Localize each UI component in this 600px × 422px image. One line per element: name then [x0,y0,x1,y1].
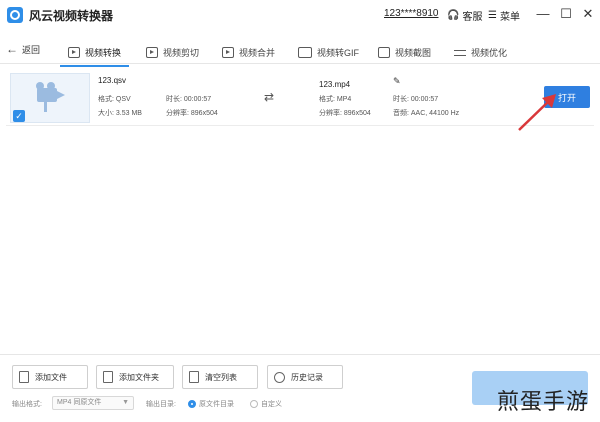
tab-video-screenshot[interactable]: 视频截图 [378,40,431,64]
output-format-label: 输出格式: [12,401,42,408]
radio-custom-dir-label: 自定义 [261,401,282,408]
add-folder-button[interactable]: 添加文件夹 [96,365,174,389]
tab-label: 视频转换 [85,47,122,58]
source-format: 格式: QSV [98,96,131,103]
source-resolution: 分辨率: 896x504 [166,110,218,117]
clear-list-button[interactable]: 清空列表 [182,365,258,389]
merge-icon [222,46,234,58]
service-button[interactable]: 🎧 客服 [447,8,482,23]
gif-icon [298,46,312,58]
tab-video-cut[interactable]: 视频剪切 [146,40,199,64]
source-size: 大小: 3.53 MB [98,110,142,117]
menu-label: 菜单 [499,12,520,23]
menu-icon: ☰ [488,10,497,21]
menu-button[interactable]: ☰ 菜单 [488,8,520,23]
video-thumbnail: ✓ [10,73,90,123]
service-label: 客服 [462,12,483,23]
watermark-text: 煎蛋手游 [497,390,590,415]
tab-label: 视频截图 [395,47,432,58]
camera-stand [44,102,47,112]
radio-source-dir-label: 原文件目录 [199,401,234,408]
clear-list-label: 清空列表 [205,372,237,382]
tab-label: 视频剪切 [163,47,200,58]
target-audio: 音频: AAC, 44100 Hz [393,110,460,117]
target-resolution: 分辨率: 896x504 [319,110,371,117]
target-format: 格式: MP4 [319,96,352,103]
add-file-button[interactable]: 添加文件 [12,365,88,389]
folder-icon [103,371,113,383]
checkbox-checked-icon[interactable]: ✓ [13,110,25,122]
history-button[interactable]: 历史记录 [267,365,343,389]
app-logo-icon [7,7,23,23]
tab-video-convert[interactable]: 视频转换 [59,40,130,67]
chevron-down-icon: ▼ [122,399,129,406]
source-file-name: 123.qsv [98,76,127,85]
output-format-select[interactable]: MP4 同原文件 ▼ [52,396,134,410]
target-file-name: 123.mp4 [319,80,351,89]
minimize-button[interactable]: — [536,6,550,22]
radio-source-dir[interactable]: 原文件目录 [188,399,234,409]
file-list-item[interactable]: ✓ 123.qsv 格式: QSV 时长: 00:00:57 大小: 3.53 … [6,70,594,126]
play-icon [68,46,80,58]
edit-icon[interactable]: ✎ [393,76,401,87]
headset-icon: 🎧 [447,10,460,21]
back-button[interactable]: ← 返回 [6,42,40,56]
image-icon [378,46,390,58]
radio-custom-dir[interactable]: 自定义 [250,399,282,409]
tab-video-gif[interactable]: 视频转GIF [298,40,359,64]
video-camera-icon [37,88,65,102]
convert-arrow-icon: ⇄ [264,90,275,104]
clock-icon [274,371,285,383]
tab-label: 视频合并 [239,47,276,58]
sliders-icon [454,47,466,58]
back-arrow-icon: ← [6,42,18,56]
back-label: 返回 [22,44,41,55]
trash-icon [189,371,199,383]
file-icon [19,371,29,383]
output-format-value: MP4 同原文件 [57,399,102,406]
add-file-label: 添加文件 [35,372,67,382]
tab-label: 视频转GIF [317,47,359,58]
source-duration: 时长: 00:00:57 [166,96,212,103]
radio-unchecked-icon [250,400,258,408]
history-label: 历史记录 [291,372,323,382]
add-folder-label: 添加文件夹 [119,372,159,382]
title-bar: 风云视频转换器 123****8910 🎧 客服 ☰ 菜单 — ☐ ✕ [0,0,600,30]
radio-checked-icon [188,400,196,408]
tab-label: 视频优化 [471,47,508,58]
annotation-arrow [518,94,556,131]
output-dir-label: 输出目录: [146,401,176,408]
maximize-button[interactable]: ☐ [559,6,573,22]
scissor-icon [146,46,158,58]
target-duration: 时长: 00:00:57 [393,96,439,103]
tab-video-merge[interactable]: 视频合并 [222,40,275,64]
app-title: 风云视频转换器 [29,9,114,23]
feature-nav: ← 返回 视频转换 视频剪切 视频合并 视频转GIF 视频截图 视频优化 [0,34,600,67]
close-button[interactable]: ✕ [581,6,595,22]
tab-video-optimize[interactable]: 视频优化 [454,40,507,64]
account-link[interactable]: 123****8910 [384,8,439,19]
